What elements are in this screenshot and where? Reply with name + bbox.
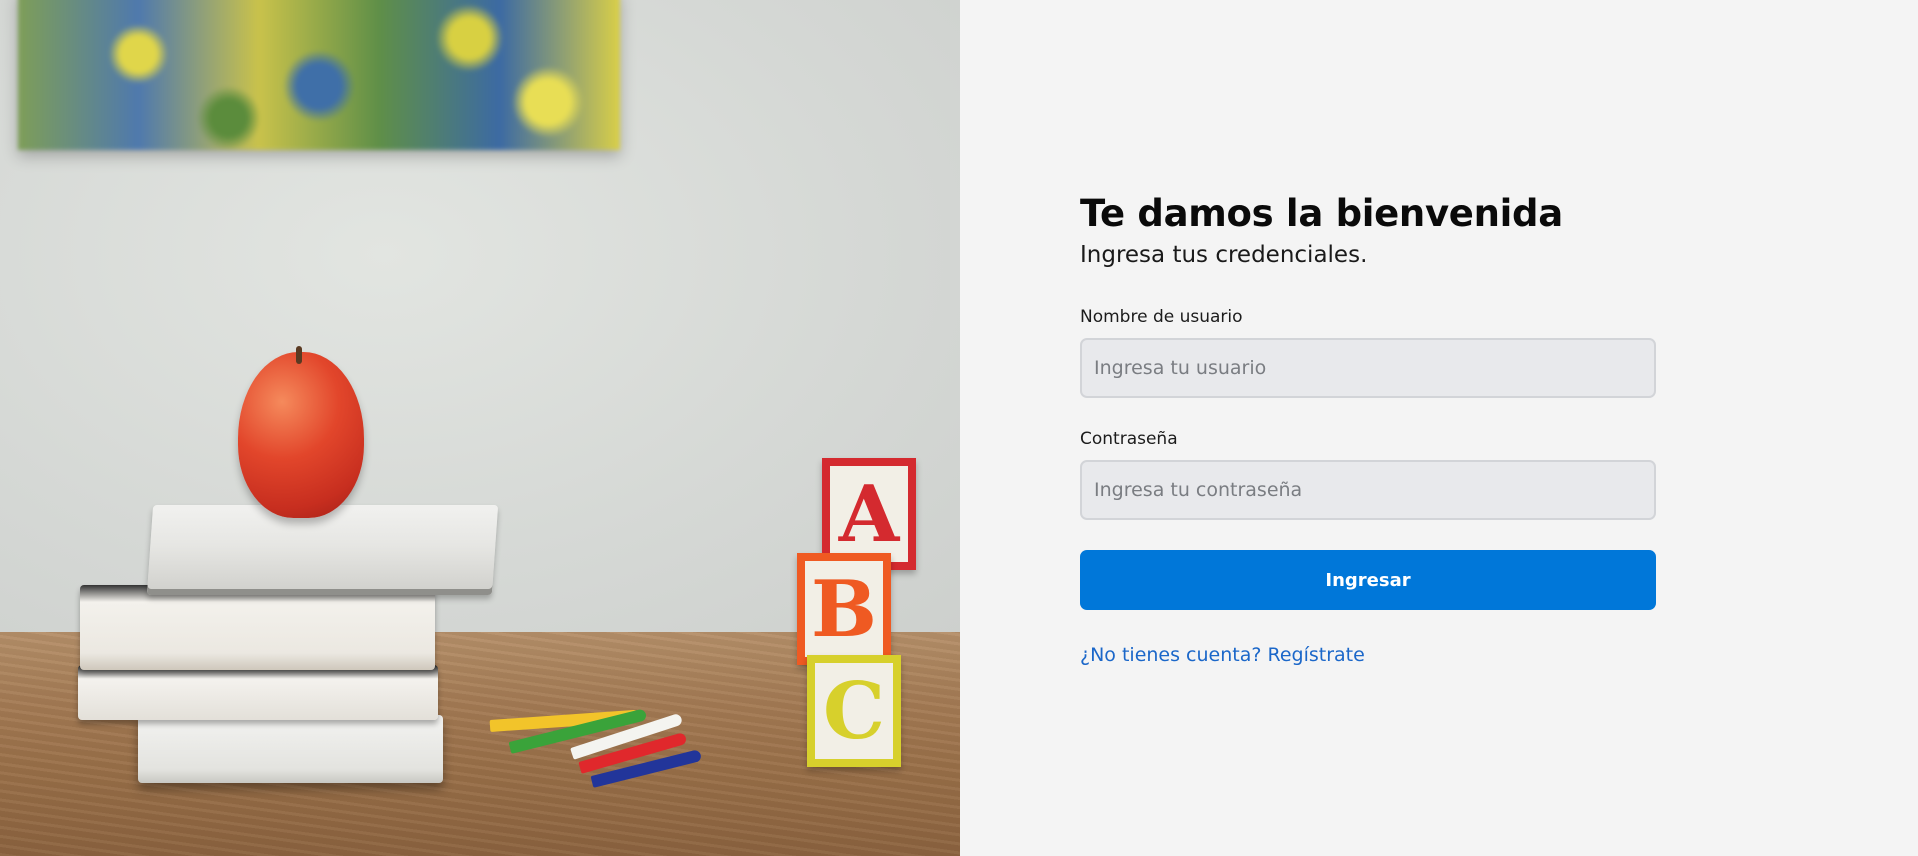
username-input[interactable]: [1080, 338, 1656, 398]
login-panel: Te damos la bienvenida Ingresa tus crede…: [960, 0, 1918, 856]
page-subtitle: Ingresa tus credenciales.: [1080, 242, 1368, 268]
hero-image: A B C: [0, 0, 960, 856]
password-input[interactable]: [1080, 460, 1656, 520]
login-button[interactable]: Ingresar: [1080, 550, 1656, 610]
register-link[interactable]: ¿No tienes cuenta? Regístrate: [1080, 644, 1365, 666]
apple: [238, 346, 364, 518]
wall-painting: [18, 0, 620, 150]
username-label: Nombre de usuario: [1080, 307, 1243, 327]
login-form: Te damos la bienvenida Ingresa tus crede…: [1080, 190, 1656, 666]
alphabet-block-b: B: [797, 553, 891, 665]
book-stack-lower: [78, 665, 438, 720]
alphabet-block-c: C: [807, 655, 901, 767]
book-stack-middle: [80, 585, 435, 670]
book-stack-top: [146, 505, 499, 595]
password-label: Contraseña: [1080, 429, 1178, 449]
book-stack-bottom: [138, 715, 443, 783]
login-page: A B C Te damos la bienvenida Ingresa tus…: [0, 0, 1918, 856]
page-title: Te damos la bienvenida: [1080, 192, 1563, 235]
